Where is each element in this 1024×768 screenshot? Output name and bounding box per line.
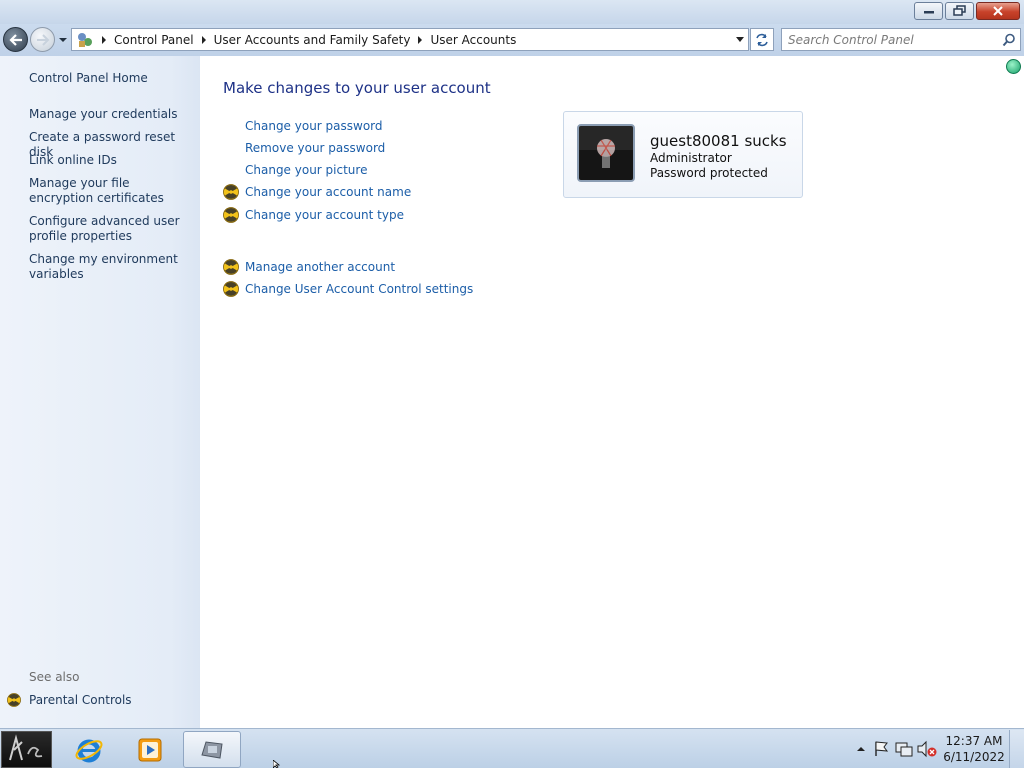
control-panel-icon bbox=[201, 740, 223, 759]
taskbar: 12:37 AM 6/11/2022 bbox=[0, 728, 1024, 768]
change-account-type-link[interactable]: Change your account type bbox=[223, 207, 404, 223]
see-also-heading: See also bbox=[29, 670, 80, 684]
search-box[interactable] bbox=[781, 28, 1021, 51]
breadcrumb-user-accounts-family-safety[interactable]: User Accounts and Family Safety bbox=[214, 33, 411, 47]
task-label[interactable]: Change your account name bbox=[245, 185, 411, 199]
restore-icon bbox=[952, 5, 966, 16]
clock-date: 6/11/2022 bbox=[943, 750, 1005, 764]
account-password-status: Password protected bbox=[650, 166, 768, 180]
task-icon-spacer bbox=[223, 118, 239, 134]
navigation-bar: Control Panel User Accounts and Family S… bbox=[0, 24, 1024, 56]
remove-password-link[interactable]: Remove your password bbox=[223, 140, 385, 156]
forward-button[interactable] bbox=[30, 27, 55, 52]
search-icon[interactable] bbox=[1002, 33, 1016, 47]
taskbar-media-player[interactable] bbox=[121, 731, 179, 768]
task-icon-spacer bbox=[223, 162, 239, 178]
uac-shield-icon bbox=[223, 207, 239, 223]
show-hidden-icons-icon[interactable] bbox=[851, 739, 871, 759]
back-arrow-icon bbox=[8, 33, 22, 46]
task-label[interactable]: Change User Account Control settings bbox=[245, 282, 473, 296]
refresh-button[interactable] bbox=[750, 28, 774, 51]
parental-controls-link[interactable]: Parental Controls bbox=[7, 693, 132, 707]
start-button[interactable] bbox=[1, 731, 52, 768]
start-orb-icon bbox=[9, 734, 43, 761]
taskbar-clock[interactable]: 12:37 AM 6/11/2022 bbox=[939, 733, 1009, 765]
show-desktop-button[interactable] bbox=[1009, 729, 1024, 768]
address-bar[interactable]: Control Panel User Accounts and Family S… bbox=[71, 28, 749, 51]
uac-shield-icon bbox=[7, 693, 21, 707]
refresh-icon bbox=[756, 33, 768, 46]
control-panel-home-link[interactable]: Control Panel Home bbox=[29, 71, 194, 86]
manage-file-encryption-link[interactable]: Manage your file encryption certificates bbox=[29, 176, 194, 206]
internet-explorer-icon bbox=[75, 739, 103, 762]
account-name: guest80081 sucks bbox=[650, 132, 787, 150]
task-label[interactable]: Change your password bbox=[245, 119, 383, 133]
uac-shield-icon bbox=[223, 259, 239, 275]
task-icon-spacer bbox=[223, 140, 239, 156]
minimize-icon bbox=[923, 11, 934, 14]
minimize-button[interactable] bbox=[914, 2, 943, 20]
task-label[interactable]: Remove your password bbox=[245, 141, 385, 155]
recent-pages-button[interactable] bbox=[57, 34, 69, 46]
help-icon[interactable] bbox=[1006, 59, 1021, 74]
back-button[interactable] bbox=[3, 27, 28, 52]
breadcrumb-separator[interactable] bbox=[102, 35, 106, 44]
page-title: Make changes to your user account bbox=[223, 79, 491, 97]
restore-button[interactable] bbox=[945, 2, 974, 20]
caption-buttons bbox=[914, 2, 1020, 20]
close-button[interactable] bbox=[976, 2, 1020, 20]
breadcrumb-user-accounts[interactable]: User Accounts bbox=[430, 33, 516, 47]
media-player-icon bbox=[138, 738, 162, 761]
action-center-flag-icon[interactable] bbox=[871, 739, 893, 759]
avatar bbox=[577, 124, 635, 182]
main-content: Make changes to your user account Change… bbox=[200, 56, 1024, 728]
account-tile: guest80081 sucks Administrator Password … bbox=[563, 111, 803, 198]
mouse-cursor-icon bbox=[273, 760, 281, 768]
network-icon[interactable] bbox=[893, 739, 915, 759]
breadcrumb-control-panel[interactable]: Control Panel bbox=[114, 33, 194, 47]
task-label[interactable]: Change your account type bbox=[245, 208, 404, 222]
uac-shield-icon bbox=[223, 184, 239, 200]
breadcrumb-separator[interactable] bbox=[201, 35, 206, 44]
control-panel-icon bbox=[78, 32, 92, 47]
taskbar-control-panel-window[interactable] bbox=[183, 731, 241, 768]
close-icon bbox=[993, 6, 1003, 16]
taskbar-internet-explorer[interactable] bbox=[60, 731, 118, 768]
system-tray: 12:37 AM 6/11/2022 bbox=[851, 729, 1024, 768]
clock-time: 12:37 AM bbox=[945, 734, 1003, 748]
user-picture-icon bbox=[579, 126, 633, 180]
change-picture-link[interactable]: Change your picture bbox=[223, 162, 367, 178]
manage-another-account-link[interactable]: Manage another account bbox=[223, 259, 395, 275]
change-uac-settings-link[interactable]: Change User Account Control settings bbox=[223, 281, 473, 297]
search-input[interactable] bbox=[788, 32, 1000, 47]
parental-controls-label[interactable]: Parental Controls bbox=[29, 693, 132, 707]
uac-shield-icon bbox=[223, 281, 239, 297]
manage-credentials-link[interactable]: Manage your credentials bbox=[29, 107, 194, 122]
change-account-name-link[interactable]: Change your account name bbox=[223, 184, 411, 200]
change-password-link[interactable]: Change your password bbox=[223, 118, 383, 134]
chevron-down-icon bbox=[59, 38, 67, 42]
task-label[interactable]: Change your picture bbox=[245, 163, 367, 177]
forward-arrow-icon bbox=[36, 33, 49, 46]
left-navigation-pane: Control Panel Home Manage your credentia… bbox=[0, 56, 200, 728]
breadcrumb-separator[interactable] bbox=[418, 35, 423, 44]
configure-advanced-profile-link[interactable]: Configure advanced user profile properti… bbox=[29, 214, 194, 244]
account-type: Administrator bbox=[650, 151, 732, 165]
window-titlebar[interactable] bbox=[0, 0, 1024, 24]
task-label[interactable]: Manage another account bbox=[245, 260, 395, 274]
change-environment-variables-link[interactable]: Change my environment variables bbox=[29, 252, 194, 282]
link-online-ids-link[interactable]: Link online IDs bbox=[29, 153, 194, 168]
volume-muted-icon[interactable] bbox=[915, 739, 939, 759]
address-history-dropdown[interactable] bbox=[736, 37, 744, 42]
